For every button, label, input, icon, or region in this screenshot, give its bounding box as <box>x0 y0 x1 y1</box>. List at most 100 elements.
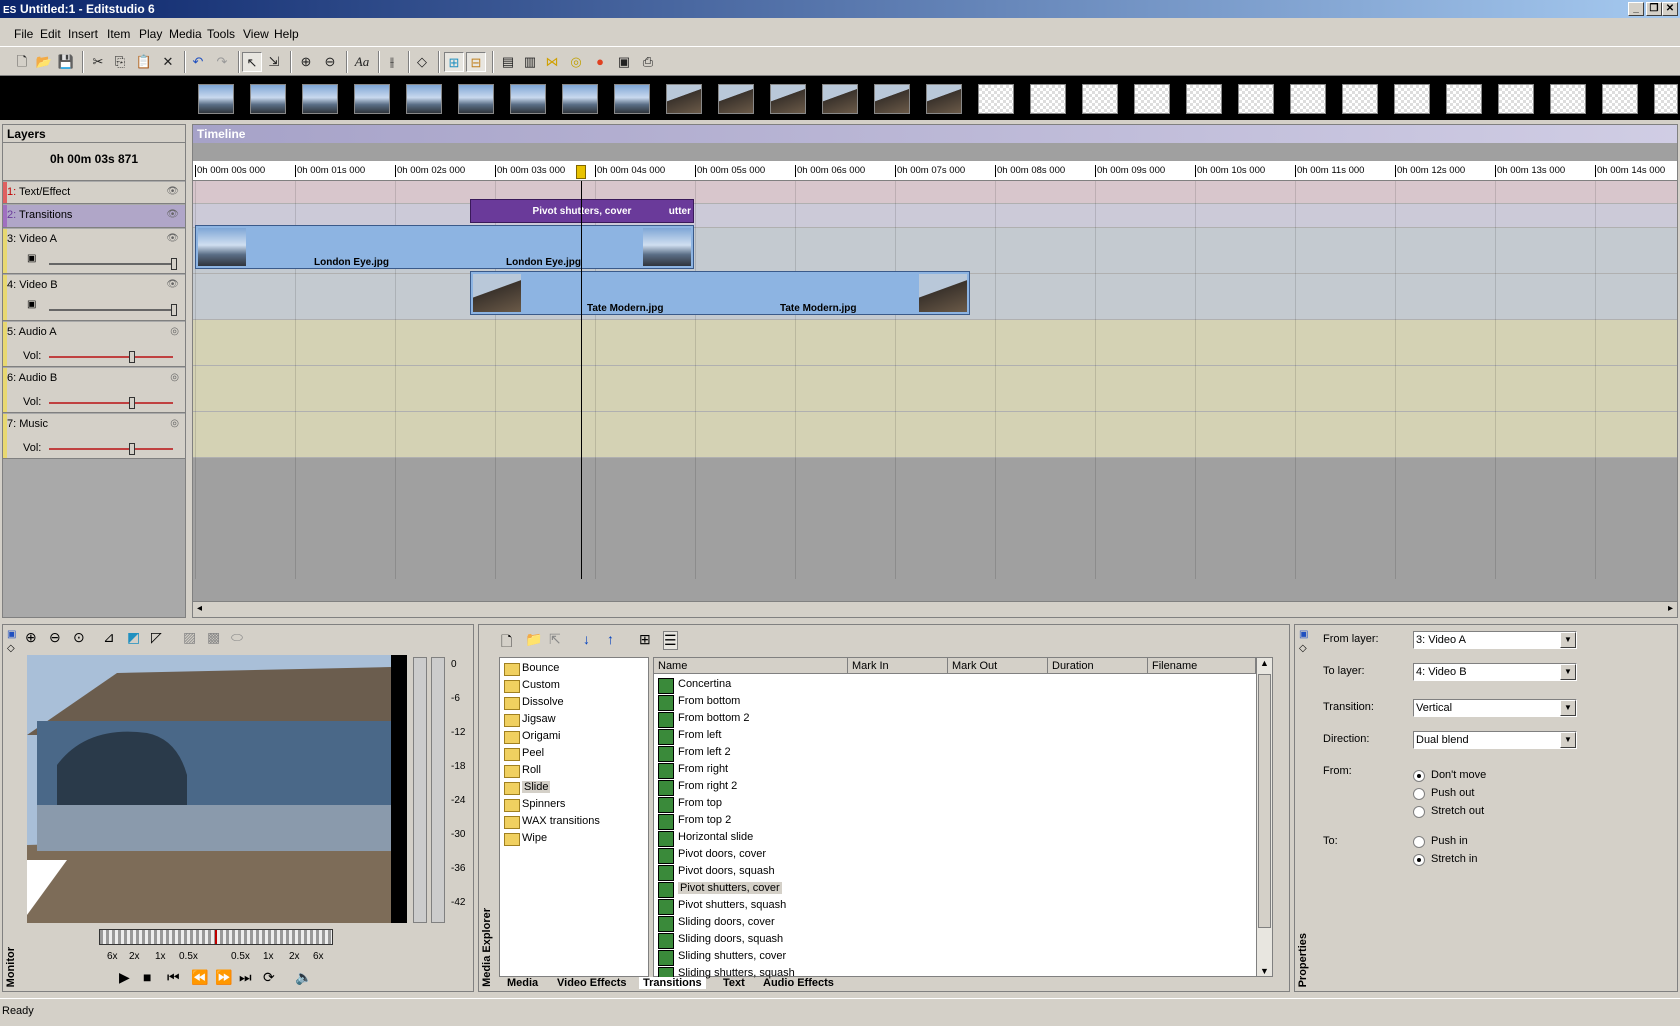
scroll-left-icon[interactable]: ◂ <box>197 603 202 614</box>
pin-icon[interactable]: ▣ <box>1299 629 1308 640</box>
speaker-icon[interactable]: ◎ <box>170 418 179 429</box>
menu-help[interactable]: Help <box>274 27 299 41</box>
go-start-icon[interactable]: ⏮ <box>167 969 180 986</box>
monitor-tab[interactable]: Monitor <box>5 947 17 987</box>
multi-select-icon[interactable]: ⇲ <box>264 52 284 72</box>
video-preview[interactable] <box>27 655 407 923</box>
transition-item-selected[interactable]: Pivot shutters, cover <box>658 882 782 898</box>
transition-item[interactable]: From bottom <box>658 695 740 711</box>
tab-video-effects[interactable]: Video Effects <box>557 977 627 989</box>
menu-file[interactable]: File <box>14 27 33 41</box>
folder-item[interactable]: Wipe <box>504 832 547 846</box>
track-music[interactable] <box>193 412 1677 458</box>
frame-thumbnail[interactable] <box>822 84 858 114</box>
opacity-slider[interactable] <box>49 258 177 270</box>
radio-dont-move[interactable]: Don't move <box>1413 769 1486 782</box>
folder-item[interactable]: WAX transitions <box>504 815 600 829</box>
record-icon[interactable]: ● <box>590 52 610 72</box>
grid-icon[interactable]: ◩ <box>127 629 140 646</box>
speaker-icon[interactable]: ◎ <box>170 372 179 383</box>
keyframe-icon[interactable]: ◇ <box>1299 643 1307 654</box>
from-layer-select[interactable]: 3: Video A ▼ <box>1413 631 1577 649</box>
frame-thumbnail[interactable] <box>198 84 234 114</box>
tab-audio-effects[interactable]: Audio Effects <box>763 977 834 989</box>
tab-text[interactable]: Text <box>723 977 745 989</box>
snap-icon[interactable]: ⊞ <box>444 52 464 72</box>
track-audio-a[interactable] <box>193 320 1677 366</box>
transition-item[interactable]: Pivot doors, cover <box>658 848 766 864</box>
folder-item[interactable]: Jigsaw <box>504 713 556 727</box>
frame-thumbnail[interactable] <box>510 84 546 114</box>
folder-item[interactable]: Peel <box>504 747 544 761</box>
menu-tools[interactable]: Tools <box>207 27 235 41</box>
playhead[interactable] <box>581 181 582 579</box>
loop-icon[interactable]: ⟳ <box>263 969 275 986</box>
transition-item[interactable]: From left 2 <box>658 746 731 762</box>
folder-item[interactable]: Dissolve <box>504 696 564 710</box>
frame-thumbnail[interactable] <box>302 84 338 114</box>
clip-london-eye[interactable]: London Eye.jpg London Eye.jpg <box>195 225 694 269</box>
transition-item[interactable]: From right <box>658 763 728 779</box>
target-icon[interactable]: ◎ <box>566 52 586 72</box>
transition-item[interactable]: From top <box>658 797 722 813</box>
frame-thumbnail[interactable] <box>926 84 962 114</box>
folder-item[interactable]: Bounce <box>504 662 559 676</box>
transition-item[interactable]: From left <box>658 729 721 745</box>
layer-video-b[interactable]: 4: Video B 👁 ▣ <box>3 275 185 321</box>
go-end-icon[interactable]: ⏭ <box>239 969 252 986</box>
opacity-slider[interactable] <box>49 304 177 316</box>
eye-icon[interactable]: 👁 <box>166 186 179 197</box>
save-icon[interactable]: 💾 <box>56 52 76 72</box>
transition-item[interactable]: From right 2 <box>658 780 737 796</box>
cut-icon[interactable]: ✂ <box>88 52 108 72</box>
layer-audio-b[interactable]: 6: Audio B ◎ Vol: <box>3 368 185 413</box>
folder-item[interactable]: Spinners <box>504 798 565 812</box>
tab-transitions[interactable]: Transitions <box>639 977 706 989</box>
safe-area-icon[interactable]: ⊿ <box>103 629 115 646</box>
to-layer-select[interactable]: 4: Video B ▼ <box>1413 663 1577 681</box>
scroll-right-icon[interactable]: ▸ <box>1668 603 1673 614</box>
storyboard-icon[interactable]: ▤ <box>498 52 518 72</box>
jog-shuttle[interactable] <box>99 929 333 945</box>
thumbnail-view-icon[interactable]: ⊞ <box>639 631 651 648</box>
column-mark-in[interactable]: Mark In <box>848 658 948 674</box>
volume-slider[interactable] <box>49 351 173 363</box>
folder-icon[interactable]: 📁 <box>525 631 542 648</box>
menu-view[interactable]: View <box>243 27 269 41</box>
frame-thumbnail[interactable] <box>770 84 806 114</box>
properties-tab[interactable]: Properties <box>1297 933 1309 987</box>
layer-transitions[interactable]: 2: Transitions 👁 <box>3 205 185 228</box>
keyframe-icon[interactable]: ◇ <box>7 643 15 654</box>
restore-button[interactable]: ❐ <box>1646 2 1662 16</box>
rewind-icon[interactable]: ⏪ <box>191 969 208 986</box>
undo-icon[interactable]: ↶ <box>188 52 208 72</box>
track-audio-b[interactable] <box>193 366 1677 412</box>
crop-icon[interactable]: ▨ <box>183 629 196 646</box>
frame-thumbnail[interactable] <box>718 84 754 114</box>
transition-item[interactable]: From bottom 2 <box>658 712 750 728</box>
zoom-fit-icon[interactable]: ⊙ <box>73 629 85 646</box>
new-folder-icon[interactable]: 🗋 <box>501 631 512 655</box>
file-list-scrollbar[interactable]: ▲ ▼ <box>1256 658 1272 976</box>
transition-item[interactable]: From top 2 <box>658 814 731 830</box>
radio-push-out[interactable]: Push out <box>1413 787 1474 800</box>
tab-media[interactable]: Media <box>507 977 538 989</box>
timeline-scrollbar[interactable]: ◂ ▸ <box>193 601 1677 617</box>
folder-up-icon[interactable]: ⇱ <box>549 631 561 648</box>
layer-music[interactable]: 7: Music ◎ Vol: <box>3 414 185 459</box>
monitor-zoom-out-icon[interactable]: ⊖ <box>49 629 61 646</box>
properties-icon[interactable]: ▥ <box>520 52 540 72</box>
menu-edit[interactable]: Edit <box>40 27 61 41</box>
frame-thumbnail[interactable] <box>874 84 910 114</box>
time-ruler[interactable]: 0h 00m 00s 000 0h 00m 01s 000 0h 00m 02s 0… <box>193 161 1677 181</box>
minimize-button[interactable]: _ <box>1628 2 1644 16</box>
speaker-icon[interactable]: 🔈 <box>295 969 312 986</box>
volume-slider[interactable] <box>49 397 173 409</box>
select-pointer-icon[interactable]: ↖ <box>242 52 262 72</box>
delete-icon[interactable]: ✕ <box>158 52 178 72</box>
stop-icon[interactable]: ■ <box>143 969 151 985</box>
menu-item[interactable]: Item <box>107 27 130 41</box>
radio-stretch-out[interactable]: Stretch out <box>1413 805 1484 818</box>
playhead-handle[interactable] <box>576 165 586 179</box>
play-icon[interactable]: ▶ <box>119 969 130 986</box>
